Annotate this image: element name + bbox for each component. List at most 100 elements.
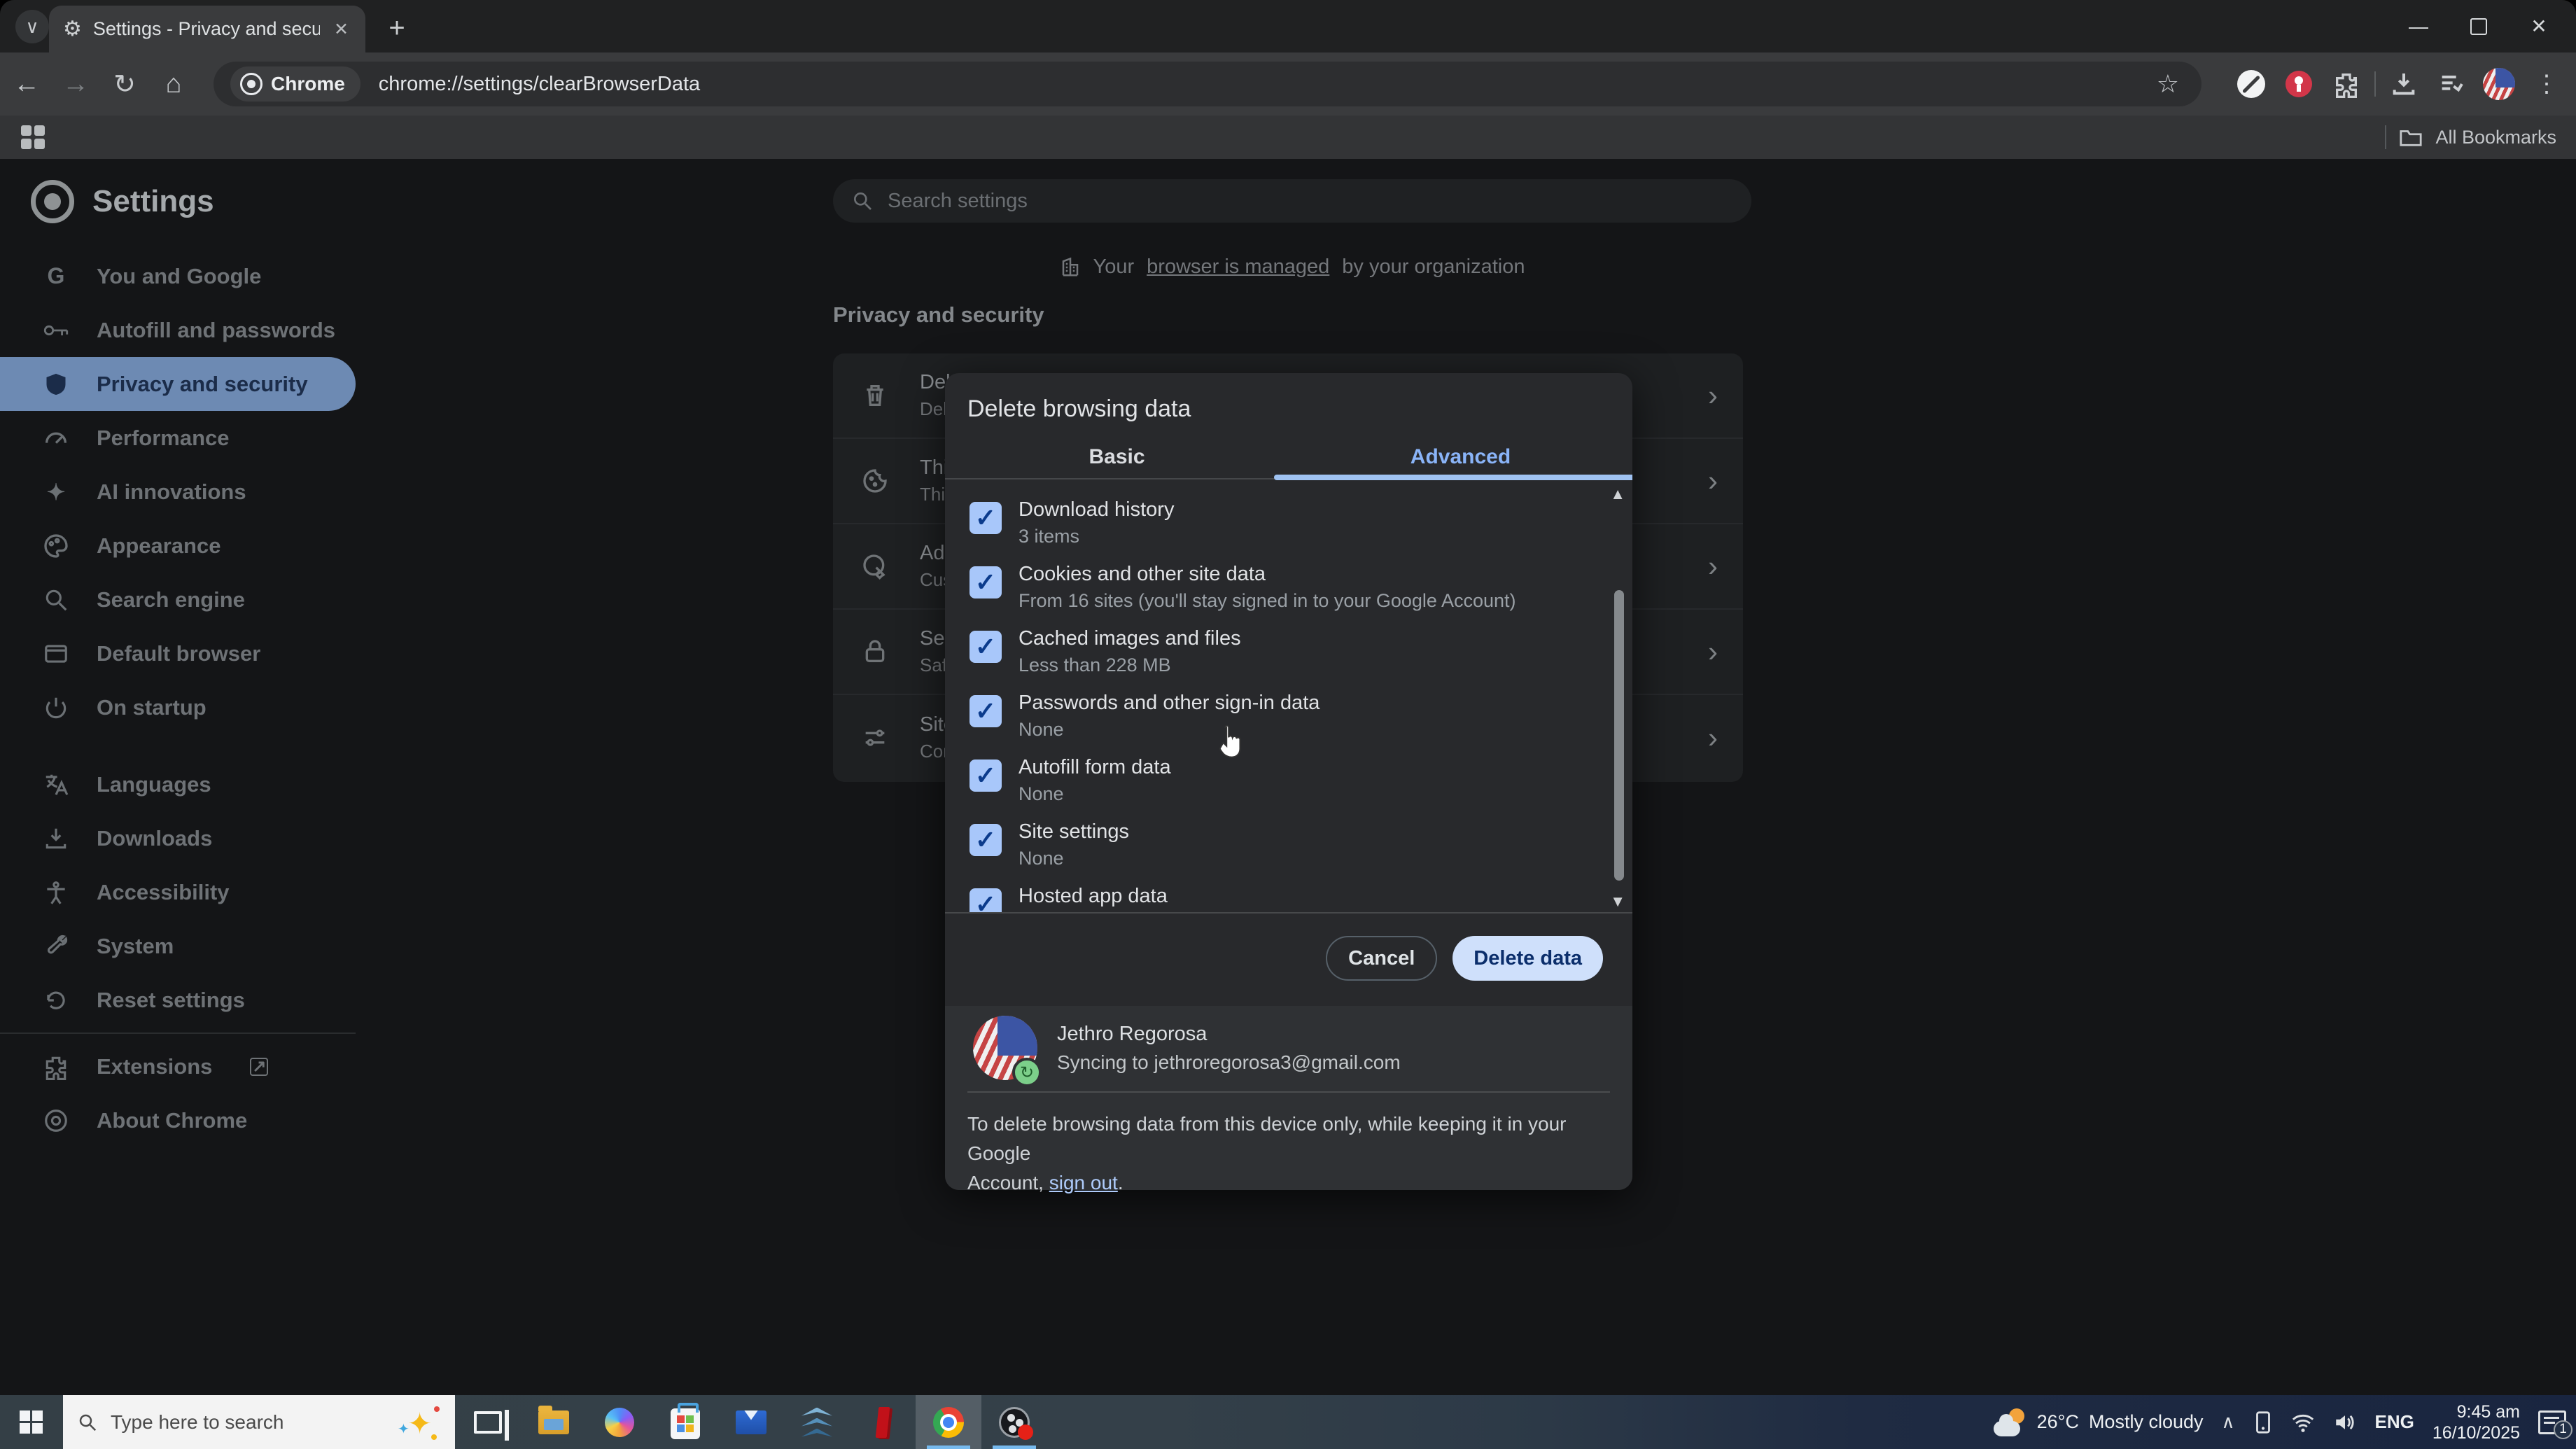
check-icon: ✓ (974, 568, 997, 596)
weather-widget[interactable]: 26°C Mostly cloudy (1993, 1408, 2204, 1436)
sidebar-item-system[interactable]: System (0, 919, 356, 973)
reading-list-icon[interactable] (2432, 64, 2471, 104)
mail-button[interactable] (718, 1395, 784, 1449)
checkbox-checked[interactable]: ✓ (969, 824, 1002, 856)
checkbox-checked[interactable]: ✓ (969, 888, 1002, 912)
chrome-taskbar-button[interactable] (916, 1395, 981, 1449)
close-button[interactable]: ✕ (2509, 0, 2569, 52)
url-text[interactable]: chrome://settings/clearBrowserData (379, 73, 2157, 96)
checkbox-checked[interactable]: ✓ (969, 502, 1002, 534)
file-explorer-button[interactable] (521, 1395, 587, 1449)
all-bookmarks[interactable]: All Bookmarks (2385, 125, 2556, 149)
footer-line2-suffix: . (1117, 1172, 1124, 1194)
sidebar-label: Default browser (97, 640, 261, 666)
netflix-button[interactable] (850, 1395, 916, 1449)
menu-dots-icon[interactable]: ⋮ (2527, 64, 2566, 104)
scroll-up-icon[interactable]: ▲ (1610, 485, 1625, 503)
item-passwords[interactable]: ✓ Passwords and other sign-in data None (969, 691, 1632, 755)
item-hosted-app-data[interactable]: ✓ Hosted app data (969, 884, 1632, 912)
sign-out-link[interactable]: sign out (1049, 1172, 1118, 1194)
copilot-button[interactable] (587, 1395, 652, 1449)
sidebar-item-default-browser[interactable]: Default browser (0, 626, 356, 680)
start-button[interactable] (0, 1395, 63, 1449)
cancel-button[interactable]: Cancel (1326, 936, 1438, 981)
sidebar-label: Languages (97, 771, 211, 797)
delete-data-button[interactable]: Delete data (1452, 936, 1603, 981)
minimize-button[interactable]: — (2388, 0, 2449, 52)
sidebar-item-languages[interactable]: Languages (0, 757, 356, 811)
profile-avatar[interactable] (2479, 64, 2519, 104)
maximize-button[interactable] (2449, 0, 2509, 52)
clock[interactable]: 9:45 am 16/10/2025 (2432, 1401, 2520, 1443)
sidebar-item-appearance[interactable]: Appearance (0, 519, 356, 573)
item-site-settings[interactable]: ✓ Site settings None (969, 820, 1632, 884)
managed-link[interactable]: browser is managed (1147, 255, 1329, 279)
sidebar-item-accessibility[interactable]: Accessibility (0, 865, 356, 919)
item-autofill[interactable]: ✓ Autofill form data None (969, 755, 1632, 820)
bookmark-star-icon[interactable]: ☆ (2157, 69, 2179, 99)
item-subtitle: None (1018, 719, 1064, 740)
tab-basic[interactable]: Basic (945, 434, 1289, 479)
tray-expand-icon[interactable]: ∧ (2222, 1411, 2235, 1433)
back-button[interactable]: ← (4, 62, 49, 106)
managed-text-prefix: Your (1093, 255, 1135, 278)
item-cached-images[interactable]: ✓ Cached images and files Less than 228 M… (969, 626, 1632, 691)
microsoft-store-button[interactable] (652, 1395, 718, 1449)
device-icon[interactable] (2253, 1410, 2273, 1434)
dialog-footer-text: To delete browsing data from this device… (967, 1110, 1597, 1198)
downloads-icon[interactable] (2384, 64, 2423, 104)
checkbox-checked[interactable]: ✓ (969, 566, 1002, 598)
tab-advanced[interactable]: Advanced (1289, 434, 1632, 479)
reload-button[interactable]: ↻ (102, 62, 147, 106)
obs-taskbar-button[interactable] (981, 1395, 1047, 1449)
settings-sidebar: G You and Google Autofill and passwords … (0, 249, 356, 1147)
browser-tab[interactable]: ⚙ Settings - Privacy and security ✕ (49, 6, 365, 52)
checkbox-checked[interactable]: ✓ (969, 760, 1002, 792)
chrome-chip[interactable]: Chrome (230, 66, 360, 102)
data-types-list[interactable]: ✓ Download history 3 items ✓ Cookies and … (945, 479, 1632, 912)
sidebar-item-about-chrome[interactable]: About Chrome (0, 1093, 356, 1147)
sidebar-label: On startup (97, 694, 206, 720)
recording-dot (1018, 1424, 1033, 1440)
home-button[interactable]: ⌂ (151, 62, 196, 106)
bookmarks-separator (2385, 125, 2387, 149)
adblock-extension-icon[interactable] (2232, 64, 2271, 104)
settings-logo-icon (31, 180, 74, 223)
check-icon: ✓ (974, 696, 997, 725)
sidebar-item-reset-settings[interactable]: Reset settings (0, 973, 356, 1027)
apps-grid-icon[interactable] (21, 125, 45, 149)
notification-center-icon[interactable]: 1 (2538, 1410, 2572, 1439)
sidebar-item-downloads[interactable]: Downloads (0, 811, 356, 865)
new-tab-button[interactable]: + (382, 13, 412, 43)
sidebar-item-ai-innovations[interactable]: ✦ AI innovations (0, 465, 356, 519)
search-placeholder: Search settings (888, 189, 1028, 212)
item-cookies[interactable]: ✓ Cookies and other site data From 16 sit… (969, 562, 1632, 626)
sidebar-item-privacy-and-security[interactable]: Privacy and security (0, 357, 356, 411)
taskbar: Type here to search ✦ ✦ 26°C Mostly clou… (0, 1395, 2576, 1449)
tab-close-icon[interactable]: ✕ (331, 19, 351, 40)
sidebar-item-you-and-google[interactable]: G You and Google (0, 249, 356, 303)
sidebar-divider (0, 1032, 356, 1034)
checkbox-checked[interactable]: ✓ (969, 695, 1002, 727)
volume-icon[interactable] (2333, 1412, 2357, 1433)
security-app-button[interactable] (784, 1395, 850, 1449)
sidebar-item-extensions[interactable]: Extensions ↗ (0, 1040, 356, 1093)
scroll-down-icon[interactable]: ▼ (1610, 892, 1625, 911)
adguard-extension-icon[interactable] (2279, 64, 2318, 104)
tab-search-button[interactable]: ∨ (15, 10, 49, 43)
language-indicator[interactable]: ENG (2375, 1411, 2414, 1433)
forward-button[interactable]: → (53, 62, 98, 106)
taskbar-search[interactable]: Type here to search ✦ ✦ (63, 1395, 455, 1449)
wifi-icon[interactable] (2291, 1412, 2315, 1433)
sidebar-item-on-startup[interactable]: On startup (0, 680, 356, 734)
search-settings-input[interactable]: Search settings (833, 179, 1751, 223)
sidebar-item-search-engine[interactable]: Search engine (0, 573, 356, 626)
sidebar-item-autofill[interactable]: Autofill and passwords (0, 303, 356, 357)
item-download-history[interactable]: ✓ Download history 3 items (969, 498, 1632, 562)
checkbox-checked[interactable]: ✓ (969, 631, 1002, 663)
address-bar[interactable]: Chrome chrome://settings/clearBrowserDat… (214, 62, 2202, 106)
dialog-scrollbar[interactable] (1614, 590, 1624, 881)
sidebar-item-performance[interactable]: Performance (0, 411, 356, 465)
task-view-button[interactable] (455, 1395, 521, 1449)
extensions-puzzle-icon[interactable] (2327, 64, 2366, 104)
